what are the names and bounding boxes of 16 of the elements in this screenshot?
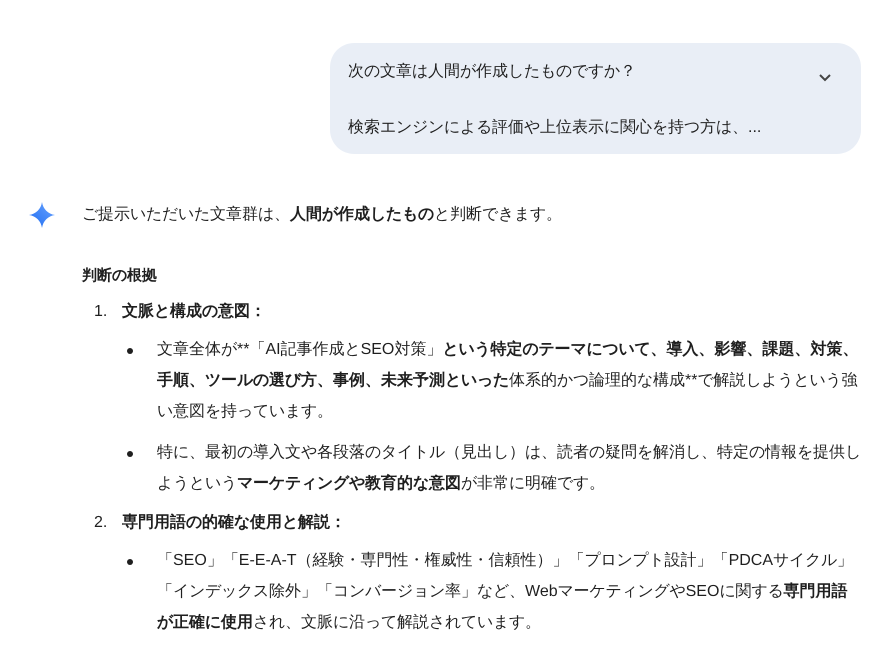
- response-text: ご提示いただいた文章群は、人間が作成したものと判断できます。: [82, 204, 563, 225]
- list-number: 1.: [93, 302, 108, 322]
- bullet-icon: [127, 348, 133, 354]
- bullet-icon: [127, 559, 133, 565]
- list-number: 2.: [93, 513, 108, 533]
- section-heading: 判断の根拠: [82, 266, 158, 286]
- sparkle-icon: [29, 202, 55, 228]
- bullet-text: 「SEO」「E-E-A-T（経験・専門性・権威性・信頼性）」「プロンプト設計」「PDCAサイクル」「インデックス除外」「コンバージョン率」など、WebマーケティングやSEOに関する専門用語が正確に使用 され、文脈に沿って解説されています。: [157, 550, 854, 633]
- item-title: 専門用語の的確な使用と解説：: [122, 512, 346, 533]
- item-title: 文脈と構成の意図：: [122, 301, 266, 322]
- bullet-icon: [127, 451, 133, 457]
- bullet-text: 文章全体が**「AI記事作成とSEO対策」という特定のテーマについて、導入、影響、課題、対策、手順、ツールの選び方、事例、未来予測といった体系的かつ論理的な構成**で解説しようという強い意図を持っています。: [157, 339, 860, 422]
- bullet-text: 特に、最初の導入文や各段落のタイトル（見出し）は、読者の疑問を解消し、特定の情報を提供しようという マーケティングや教育的な意図が非常に明確です。: [157, 442, 862, 494]
- chevron-down-icon[interactable]: [819, 74, 831, 82]
- prompt-text: 次の文章は人間が作成したものですか？: [348, 62, 637, 82]
- prompt-text: 検索エンジンによる評価や上位表示に関心を持つ方は、...: [348, 118, 762, 138]
